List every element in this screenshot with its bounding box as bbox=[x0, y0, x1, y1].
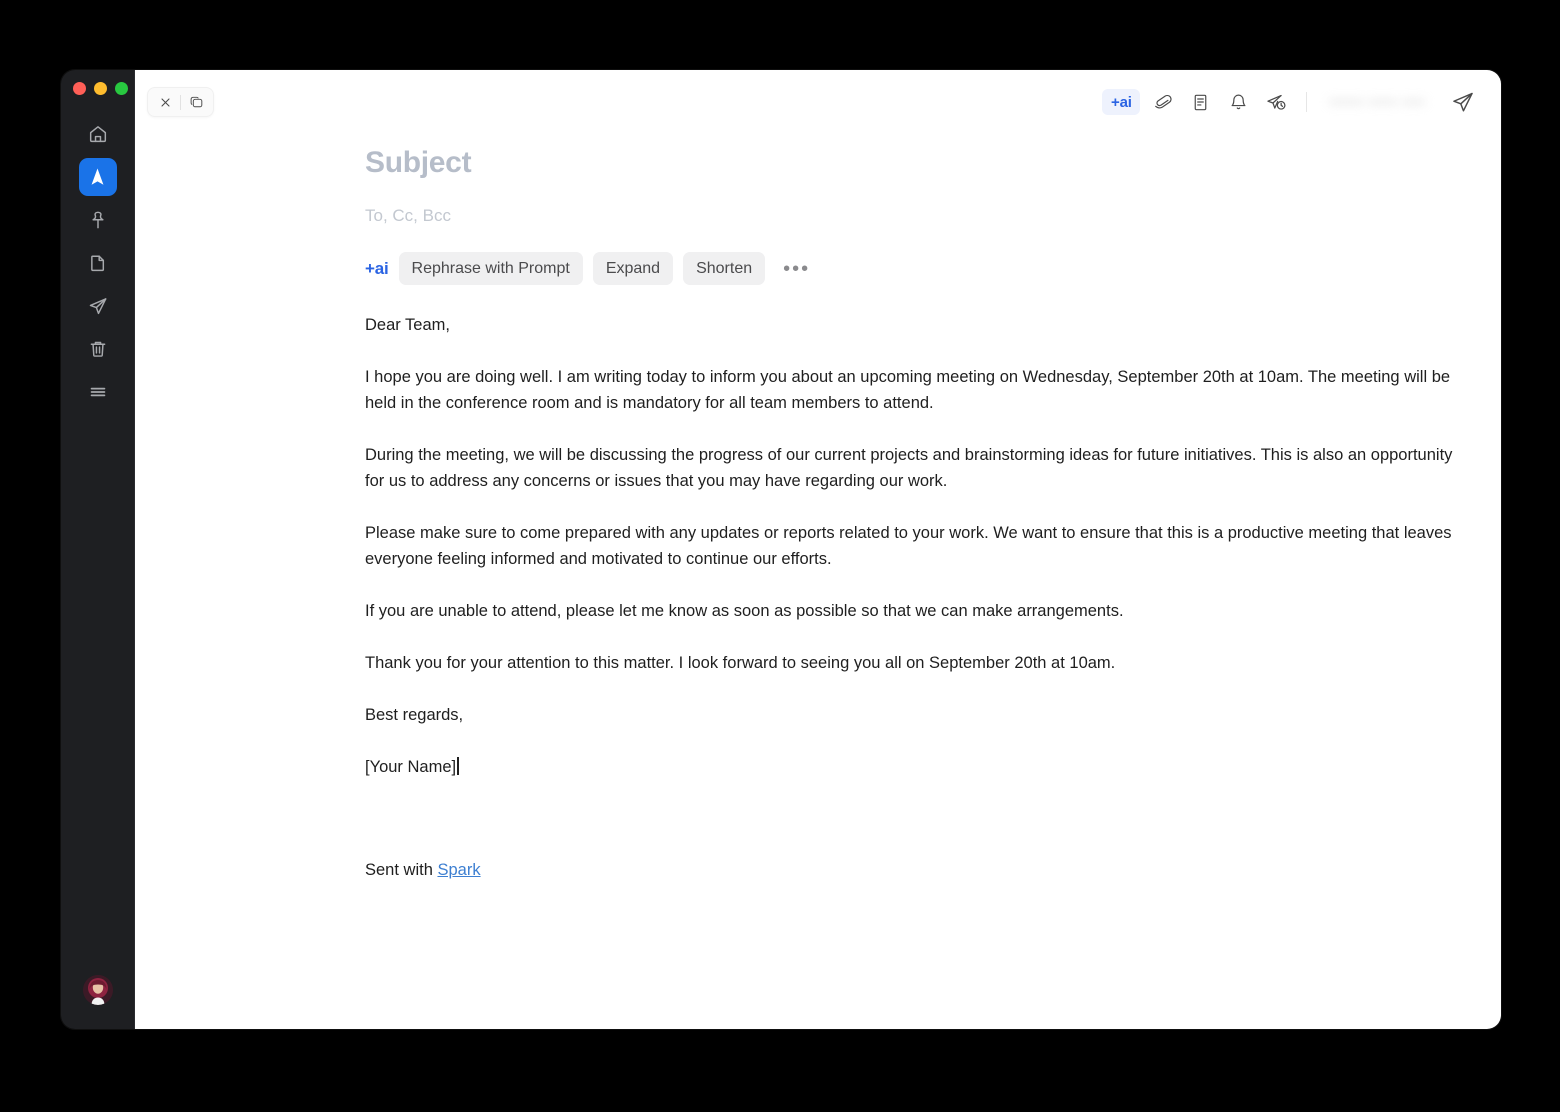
minimize-window-button[interactable] bbox=[94, 82, 107, 95]
sidebar-item-drafts[interactable] bbox=[79, 244, 117, 282]
close-window-button[interactable] bbox=[73, 82, 86, 95]
sidebar-item-sent[interactable] bbox=[79, 287, 117, 325]
spark-footer-link[interactable]: Spark bbox=[437, 861, 480, 879]
ai-more-options-button[interactable]: ••• bbox=[777, 259, 816, 279]
text-cursor bbox=[457, 757, 459, 775]
app-sidebar bbox=[61, 70, 135, 1029]
email-paragraph: If you are unable to attend, please let … bbox=[365, 602, 1124, 620]
sidebar-item-home[interactable] bbox=[79, 115, 117, 153]
pin-icon bbox=[87, 209, 109, 231]
send-later-icon bbox=[1267, 94, 1286, 110]
traffic-lights bbox=[73, 82, 128, 95]
email-footer: Sent with Spark bbox=[365, 806, 1471, 883]
sidebar-nav bbox=[61, 115, 134, 411]
subject-input[interactable]: Subject bbox=[365, 134, 1471, 180]
email-signature-line: [Your Name] bbox=[365, 754, 1471, 780]
email-signature-name: [Your Name] bbox=[365, 758, 457, 776]
sidebar-item-spark[interactable] bbox=[78, 158, 117, 196]
email-body-editor[interactable]: Dear Team, I hope you are doing well. I … bbox=[365, 285, 1471, 883]
email-closing: Best regards, bbox=[365, 706, 464, 724]
expand-button[interactable]: Expand bbox=[592, 252, 674, 285]
home-icon bbox=[87, 123, 109, 145]
ai-prefix-label[interactable]: +ai bbox=[365, 259, 389, 279]
email-paragraph: During the meeting, we will be discussin… bbox=[365, 446, 1453, 490]
window-restore-icon bbox=[190, 96, 202, 107]
templates-button[interactable] bbox=[1184, 87, 1216, 117]
email-greeting: Dear Team, bbox=[365, 316, 450, 334]
reminder-button[interactable] bbox=[1222, 87, 1254, 117]
composer-toolbar: +ai •••••• ••••• •••• bbox=[135, 70, 1501, 134]
sidebar-item-trash[interactable] bbox=[79, 330, 117, 368]
close-compose-button[interactable] bbox=[152, 90, 178, 114]
maximize-window-button[interactable] bbox=[115, 82, 128, 95]
close-icon bbox=[160, 97, 170, 107]
redacted-account-text: •••••• ••••• •••• bbox=[1329, 93, 1425, 111]
sidebar-item-pinned[interactable] bbox=[79, 201, 117, 239]
ai-assist-button[interactable]: +ai bbox=[1102, 89, 1141, 115]
pill-divider bbox=[180, 94, 181, 110]
compose-pane: +ai •••••• ••••• •••• Subject To, Cc, Bc… bbox=[135, 70, 1501, 1029]
avatar[interactable] bbox=[82, 975, 113, 1005]
email-footer-prefix: Sent with bbox=[365, 861, 438, 879]
send-icon bbox=[87, 295, 109, 317]
shorten-button[interactable]: Shorten bbox=[683, 252, 766, 285]
email-paragraph: Please make sure to come prepared with a… bbox=[365, 524, 1452, 568]
template-icon bbox=[1194, 94, 1207, 110]
document-icon bbox=[87, 252, 109, 274]
ai-suggestion-toolbar: +ai Rephrase with Prompt Expand Shorten … bbox=[365, 226, 1471, 285]
bell-icon bbox=[1231, 94, 1246, 109]
send-button[interactable] bbox=[1447, 87, 1479, 117]
composer-actions: +ai •••••• ••••• •••• bbox=[1102, 87, 1479, 117]
rephrase-with-prompt-button[interactable]: Rephrase with Prompt bbox=[398, 252, 583, 285]
trash-icon bbox=[87, 338, 109, 360]
sidebar-item-menu[interactable] bbox=[79, 373, 117, 411]
compose-area: Subject To, Cc, Bcc +ai Rephrase with Pr… bbox=[135, 134, 1501, 883]
compose-window: +ai •••••• ••••• •••• Subject To, Cc, Bc… bbox=[61, 70, 1501, 1029]
send-later-button[interactable] bbox=[1260, 87, 1292, 117]
window-controls-pill bbox=[147, 87, 214, 117]
attach-file-button[interactable] bbox=[1146, 87, 1178, 117]
attachment-icon bbox=[1154, 94, 1172, 108]
email-paragraph: Thank you for your attention to this mat… bbox=[365, 654, 1116, 672]
avatar-image bbox=[82, 975, 113, 1005]
send-icon bbox=[1453, 92, 1473, 112]
email-paragraph: I hope you are doing well. I am writing … bbox=[365, 368, 1451, 412]
hamburger-menu-icon bbox=[87, 381, 109, 403]
window-mode-button[interactable] bbox=[183, 90, 209, 114]
spark-logo-icon bbox=[86, 166, 109, 189]
toolbar-divider bbox=[1306, 92, 1308, 112]
recipients-input[interactable]: To, Cc, Bcc bbox=[365, 180, 1471, 226]
